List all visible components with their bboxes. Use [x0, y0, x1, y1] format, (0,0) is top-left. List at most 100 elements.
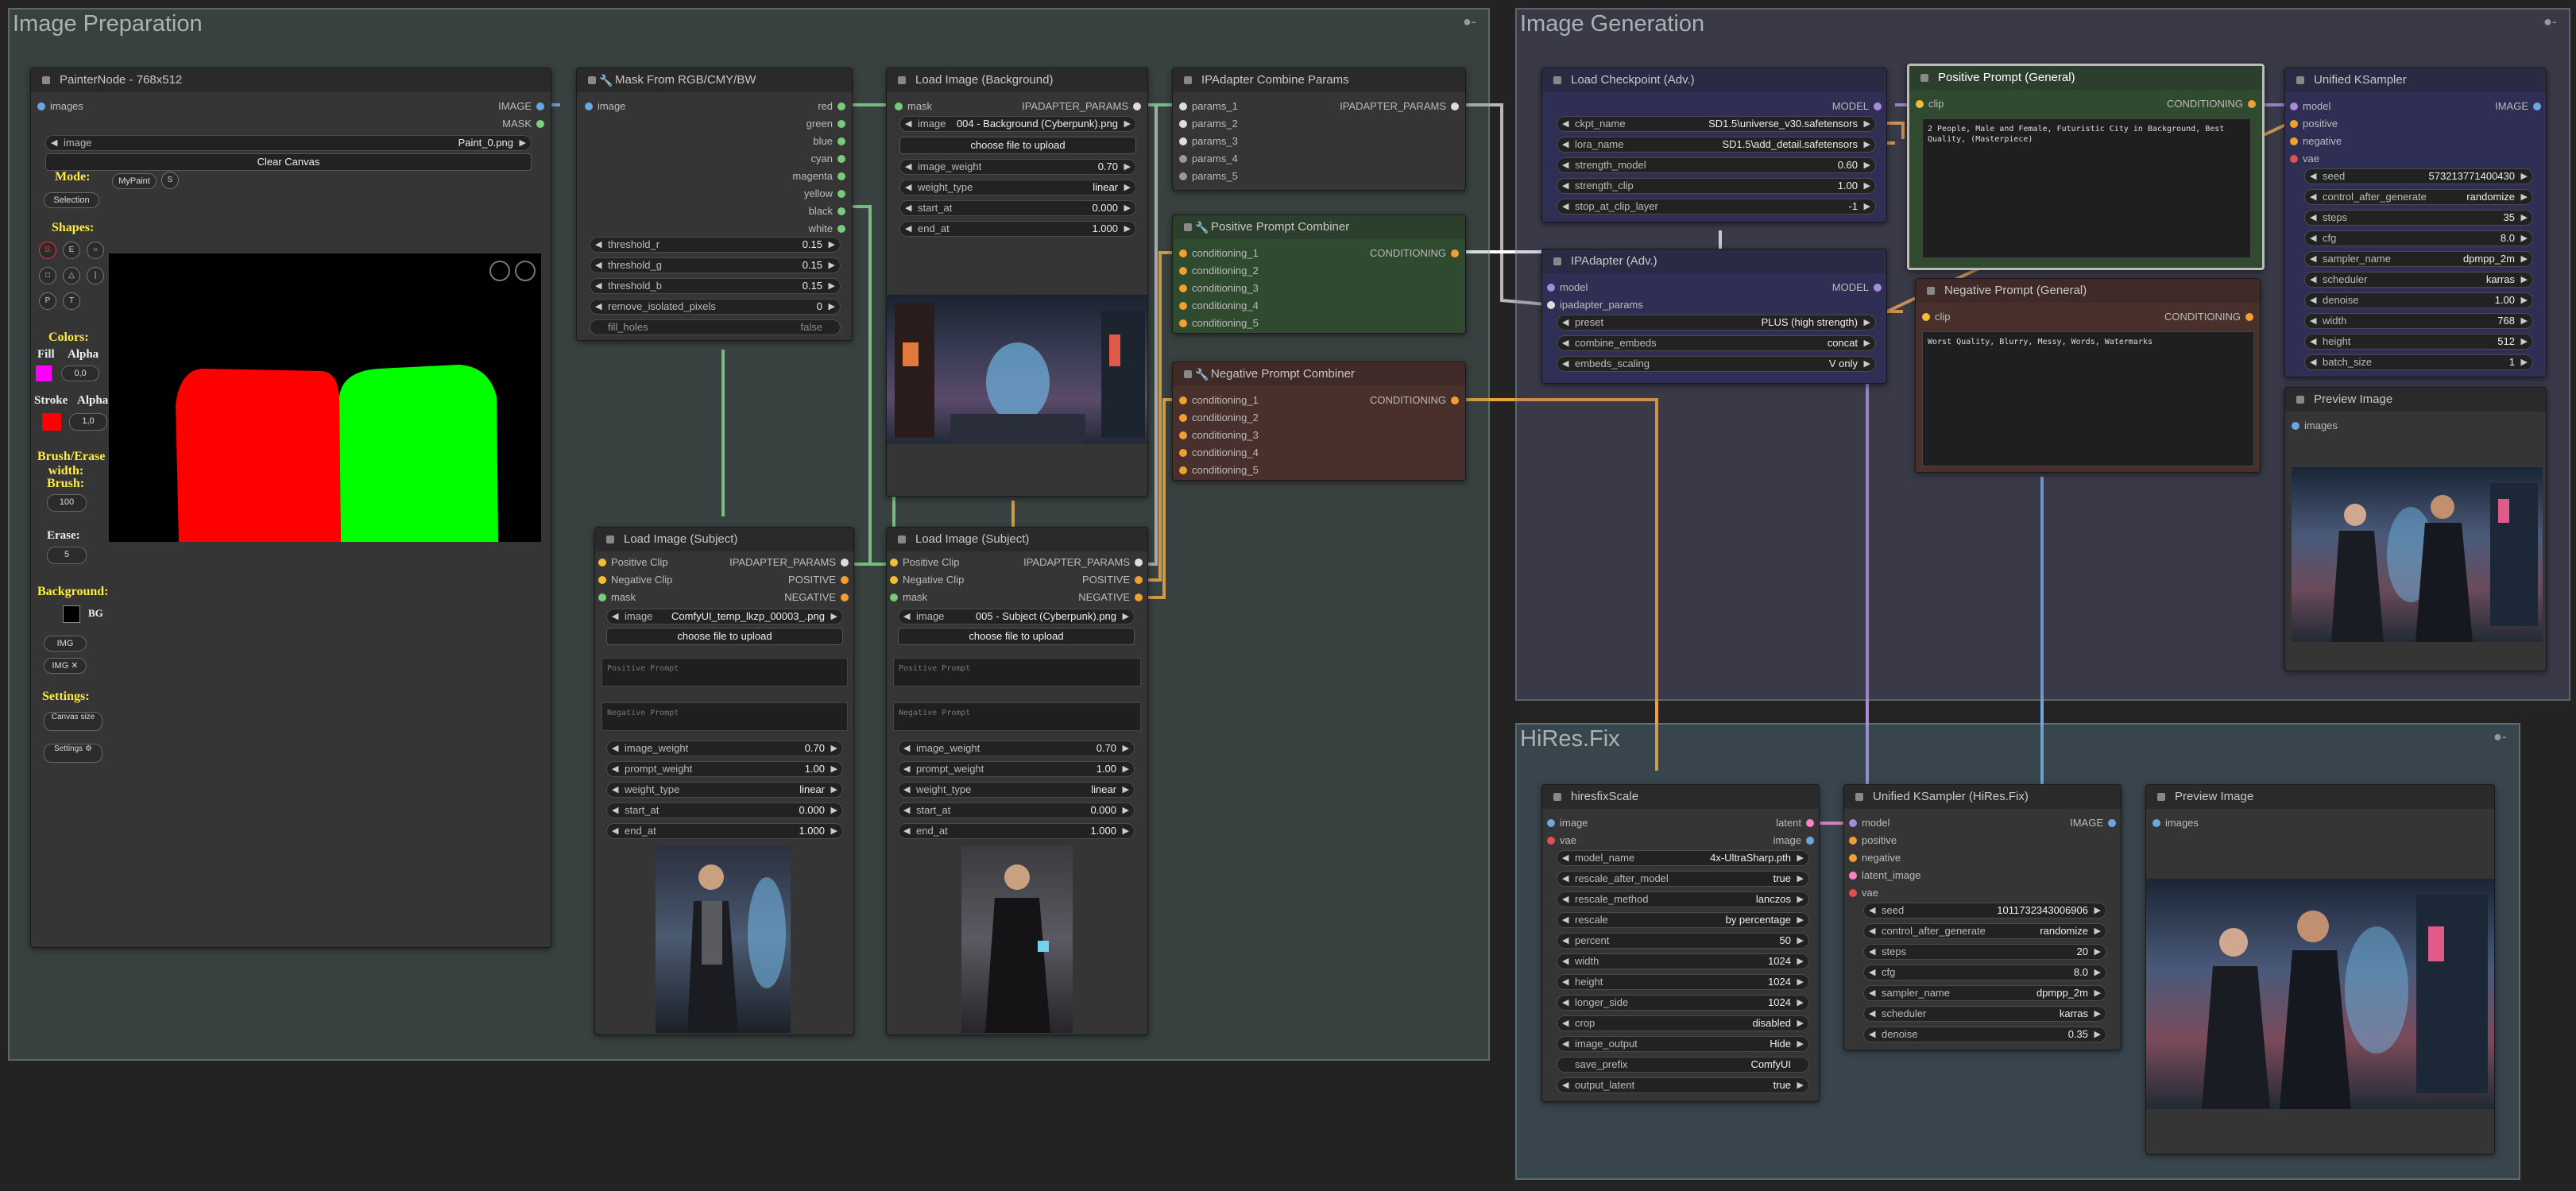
collapse-icon[interactable] [1184, 370, 1192, 378]
input-images[interactable]: images [37, 100, 83, 113]
triangle-tool-icon[interactable]: △ [63, 267, 80, 284]
preview-image-node-2[interactable]: Preview Image images [2145, 784, 2495, 1154]
mask-from-rgb-node[interactable]: 🔧 Mask From RGB/CMY/BW image red green bl… [576, 68, 853, 341]
collapse-icon[interactable] [1184, 223, 1192, 231]
start-at-widget[interactable]: start_at 0.000 [898, 802, 1135, 818]
model-name-widget[interactable]: model_name 4x-UltraSharp.pth [1557, 850, 1809, 866]
input-params-2[interactable]: params_2 [1179, 118, 1238, 130]
input-mask[interactable]: mask [890, 591, 927, 604]
text-tool-icon[interactable]: T [63, 292, 80, 310]
negative-prompt-textarea[interactable]: Worst Quality, Blurry, Messy, Words, Wat… [1922, 331, 2254, 466]
steps-widget[interactable]: steps 20 [1863, 944, 2106, 960]
preview-image-node-1[interactable]: Preview Image images [2284, 387, 2547, 671]
end-at-widget[interactable]: end_at 1.000 [899, 221, 1136, 237]
input-conditioning-2[interactable]: conditioning_2 [1179, 412, 1259, 424]
collapse-icon[interactable] [1184, 76, 1192, 84]
load-image-subject-node-2[interactable]: Load Image (Subject) Positive Clip Negat… [886, 527, 1148, 1035]
width-widget[interactable]: width 1024 [1557, 953, 1809, 969]
node-header[interactable]: Positive Prompt (General) [1909, 66, 2262, 90]
control-after-generate-widget[interactable]: control_after_generate randomize [2304, 189, 2533, 205]
input-conditioning-5[interactable]: conditioning_5 [1179, 317, 1259, 330]
input-images[interactable]: images [2152, 817, 2199, 829]
hiresfix-scale-node[interactable]: hiresfixScale image vae latent image mod… [1541, 784, 1820, 1102]
collapse-icon[interactable] [588, 76, 596, 84]
control-after-generate-widget[interactable]: control_after_generate randomize [1863, 923, 2106, 939]
output-black[interactable]: black [809, 205, 845, 218]
percent-widget[interactable]: percent 50 [1557, 933, 1809, 949]
input-conditioning-1[interactable]: conditioning_1 [1179, 247, 1259, 260]
input-mask[interactable]: mask [895, 100, 932, 113]
input-positive[interactable]: positive [2290, 118, 2338, 130]
threshold-r-widget[interactable]: threshold_r 0.15 [590, 237, 841, 253]
input-latent-image[interactable]: latent_image [1849, 869, 1920, 882]
canvas-size-button[interactable]: Canvas size [44, 712, 102, 731]
img-button[interactable]: IMG [44, 636, 87, 652]
input-ipadapter-params[interactable]: ipadapter_params [1547, 299, 1643, 311]
collapse-icon[interactable] [898, 76, 906, 84]
load-checkpoint-node[interactable]: Load Checkpoint (Adv.) MODEL ckpt_name SD… [1541, 68, 1887, 222]
output-positive[interactable]: POSITIVE [1082, 574, 1143, 586]
node-header[interactable]: Negative Prompt (General) [1916, 279, 2260, 303]
crop-widget[interactable]: crop disabled [1557, 1015, 1809, 1031]
node-header[interactable]: IPAdapter Combine Params [1173, 68, 1465, 92]
node-header[interactable]: Preview Image [2146, 785, 2494, 809]
output-red[interactable]: red [818, 100, 845, 113]
fill-alpha-input[interactable]: 0,0 [61, 365, 99, 381]
node-header[interactable]: Load Checkpoint (Adv.) [1542, 68, 1886, 92]
height-widget[interactable]: height 512 [2304, 334, 2533, 350]
clear-canvas-button[interactable]: Clear Canvas [45, 153, 532, 171]
output-blue[interactable]: blue [813, 135, 845, 148]
input-negative[interactable]: negative [1849, 852, 1901, 864]
collapse-icon[interactable] [1553, 76, 1561, 84]
negative-prompt-combiner-node[interactable]: 🔧 Negative Prompt Combiner conditioning_1… [1172, 362, 1466, 481]
input-positive[interactable]: positive [1849, 834, 1897, 847]
node-header[interactable]: 🔧 Negative Prompt Combiner [1173, 362, 1465, 386]
collapse-icon[interactable] [2157, 793, 2165, 801]
strength-model-widget[interactable]: strength_model 0.60 [1557, 157, 1876, 173]
output-conditioning[interactable]: CONDITIONING [2164, 311, 2253, 323]
rect-tool-icon[interactable]: □ [39, 267, 56, 284]
stop-at-clip-layer-widget[interactable]: stop_at_clip_layer -1 [1557, 199, 1876, 215]
input-negative[interactable]: negative [2290, 135, 2342, 148]
remove-isolated-pixels-widget[interactable]: remove_isolated_pixels 0 [590, 299, 841, 315]
output-image[interactable]: IMAGE [2495, 100, 2541, 113]
output-cyan[interactable]: cyan [811, 153, 845, 165]
start-at-widget[interactable]: start_at 0.000 [899, 200, 1136, 216]
input-model[interactable]: model [1849, 817, 1889, 829]
background-color-swatch[interactable] [63, 605, 80, 623]
weight-type-widget[interactable]: weight_type linear [899, 180, 1136, 195]
positive-prompt-textarea[interactable]: Positive Prompt [601, 658, 848, 686]
pin-icon[interactable]: ●‑ [2543, 14, 2562, 29]
positive-prompt-textarea[interactable]: Positive Prompt [893, 658, 1141, 686]
settings-button[interactable]: Settings ⚙ [44, 744, 102, 763]
cfg-widget[interactable]: cfg 8.0 [2304, 230, 2533, 246]
input-images[interactable]: images [2292, 420, 2338, 432]
node-header[interactable]: hiresfixScale [1542, 785, 1819, 809]
output-conditioning[interactable]: CONDITIONING [1370, 394, 1459, 407]
output-negative[interactable]: NEGATIVE [784, 591, 849, 604]
output-ipadapter-params[interactable]: IPADAPTER_PARAMS [1022, 100, 1141, 113]
img-remove-button[interactable]: IMG ✕ [44, 658, 87, 674]
weight-type-widget[interactable]: weight_type linear [898, 782, 1135, 798]
input-clip[interactable]: clip [1916, 98, 1944, 110]
input-vae[interactable]: vae [2290, 153, 2319, 165]
input-params-5[interactable]: params_5 [1179, 170, 1238, 183]
output-ipadapter-params[interactable]: IPADAPTER_PARAMS [1340, 100, 1459, 113]
input-conditioning-5[interactable]: conditioning_5 [1179, 464, 1259, 477]
collapse-icon[interactable] [1855, 793, 1863, 801]
erase-width-input[interactable]: 5 [47, 547, 87, 564]
input-model[interactable]: model [2290, 100, 2330, 113]
input-vae[interactable]: vae [1547, 834, 1576, 847]
output-image[interactable]: IMAGE [2070, 817, 2116, 829]
image-weight-widget[interactable]: image_weight 0.70 [606, 741, 843, 756]
image-select[interactable]: image 004 - Background (Cyberpunk).png [899, 116, 1136, 132]
erase-tool-icon[interactable]: E [63, 242, 80, 259]
collapse-icon[interactable] [2296, 76, 2304, 84]
image-select[interactable]: image ComfyUI_temp_lkzp_00003_.png [606, 609, 843, 625]
unified-ksampler-hires-node[interactable]: Unified KSampler (HiRes.Fix) model posit… [1843, 784, 2122, 1050]
settings-icon[interactable]: S [161, 172, 179, 189]
output-ipadapter-params[interactable]: IPADAPTER_PARAMS [1023, 556, 1143, 569]
image-select[interactable]: image 005 - Subject (Cyberpunk).png [898, 609, 1135, 625]
input-conditioning-2[interactable]: conditioning_2 [1179, 265, 1259, 277]
input-conditioning-4[interactable]: conditioning_4 [1179, 447, 1259, 459]
